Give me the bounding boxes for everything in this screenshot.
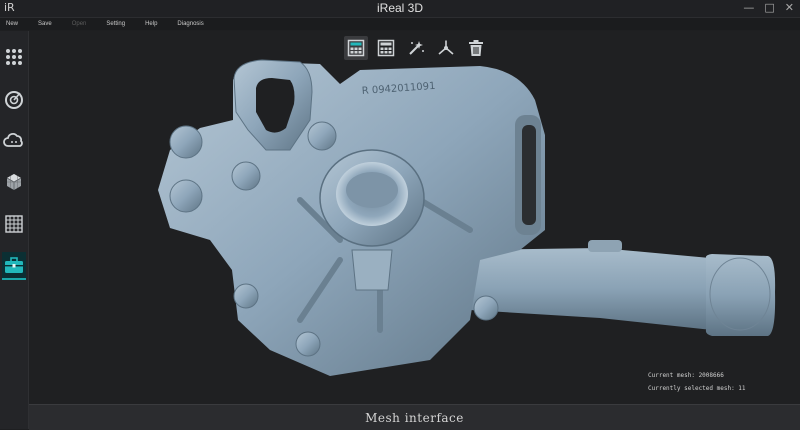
grid-dots-icon [6,49,22,65]
mesh-grid-icon [5,215,23,233]
calculator-grid-button[interactable] [374,36,398,60]
cloud-icon [3,133,23,147]
minimize-icon[interactable]: — [743,1,754,14]
mesh-toolbar [344,36,488,62]
left-sidebar [0,31,29,429]
window-controls: — □ ✕ [743,1,794,14]
tri-axis-button[interactable] [434,36,458,60]
cube-icon [6,174,22,190]
magic-wand-button[interactable] [404,36,428,60]
mesh-viewport[interactable]: R 0942011091 [29,31,800,404]
trash-icon [469,40,483,56]
menu-bar: New Save Open Setting Help Diagnosis [0,18,800,30]
close-icon[interactable]: ✕ [785,1,794,14]
bottom-bar: Mesh interface [29,404,800,430]
selected-mesh-count: Currently selected mesh: 11 [648,385,746,392]
sidebar-item-mesh[interactable] [2,212,26,236]
calculator-grid-icon [377,39,395,57]
mesh-model[interactable]: R 0942011091 [29,31,800,404]
sidebar-item-points[interactable] [2,45,26,69]
window-title: iReal 3D [376,1,424,15]
maximize-icon[interactable]: □ [764,1,774,14]
delete-button[interactable] [464,36,488,60]
menu-open[interactable]: Open [72,21,87,27]
radar-target-icon [5,91,23,109]
calculator-icon [347,39,365,57]
menu-diagnosis[interactable]: Diagnosis [177,21,203,27]
sidebar-item-model[interactable] [2,170,26,194]
menu-setting[interactable]: Setting [106,21,125,27]
title-bar: iR iReal 3D — □ ✕ [0,0,800,18]
current-mesh-count: Current mesh: 2008666 [648,372,724,379]
sidebar-item-scan[interactable] [2,88,26,112]
tri-axis-icon [438,40,454,55]
menu-help[interactable]: Help [145,21,157,27]
magic-wand-icon [409,41,424,55]
toolbox-icon [5,257,23,273]
menu-save[interactable]: Save [38,21,52,27]
interface-label: Mesh interface [365,410,464,425]
calculator-button[interactable] [344,36,368,60]
sidebar-item-tools[interactable] [2,252,26,280]
sidebar-item-cloud[interactable] [2,129,26,153]
menu-new[interactable]: New [6,21,18,27]
